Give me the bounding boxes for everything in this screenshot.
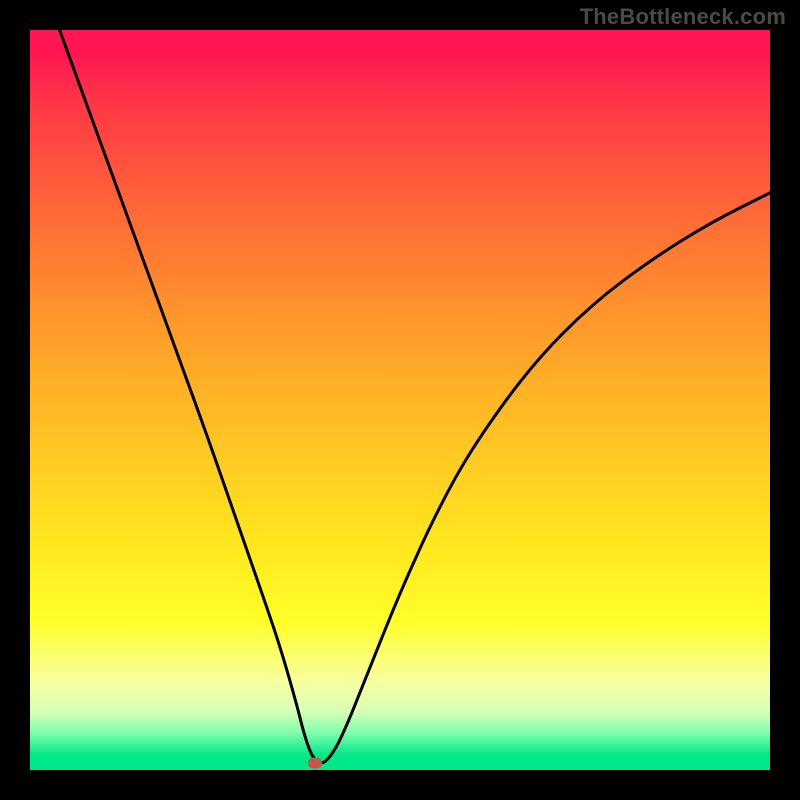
bottleneck-curve <box>30 30 770 770</box>
plot-area <box>30 30 770 770</box>
optimal-marker <box>308 757 322 768</box>
watermark-text: TheBottleneck.com <box>580 4 786 30</box>
chart-frame: TheBottleneck.com <box>0 0 800 800</box>
